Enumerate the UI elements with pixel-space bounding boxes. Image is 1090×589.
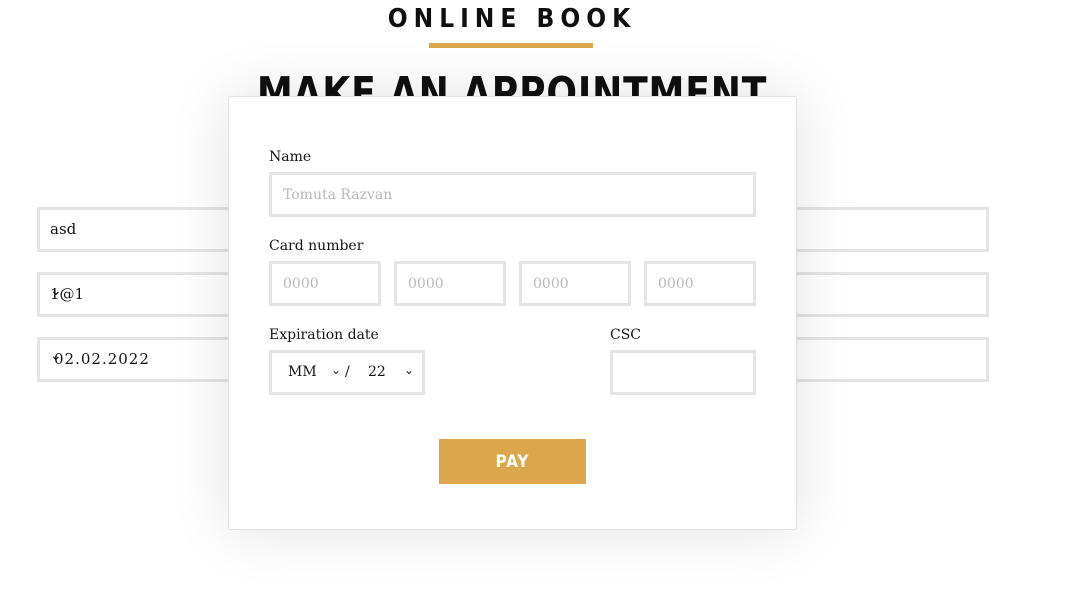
page-title-underline	[429, 43, 593, 48]
name-input[interactable]: Tomuta Razvan	[269, 172, 756, 217]
card-number-input-3[interactable]: 0000	[519, 261, 631, 306]
csc-label: CSC	[610, 327, 642, 343]
card-number-input-4[interactable]: 0000	[644, 261, 756, 306]
expiration-year-select[interactable]: 22	[368, 364, 386, 380]
name-label: Name	[269, 149, 312, 165]
card-number-input-2[interactable]: 0000	[394, 261, 506, 306]
csc-input[interactable]	[610, 350, 756, 395]
chevron-down-icon: ⌄	[404, 363, 415, 377]
card-number-label: Card number	[269, 238, 364, 254]
payment-modal: Name Tomuta Razvan Card number 0000 0000…	[228, 96, 797, 530]
name-field-value: asd	[50, 220, 77, 238]
expiration-label: Expiration date	[269, 327, 379, 343]
page-title: ONLINE BOOK	[387, 4, 637, 34]
pay-button[interactable]: PAY	[439, 439, 586, 484]
expiration-select-group: MM ⌄ / 22 ⌄	[269, 350, 425, 395]
expiration-separator: /	[345, 364, 350, 380]
chevron-down-icon: ⌄	[331, 363, 342, 377]
card-number-input-1[interactable]: 0000	[269, 261, 381, 306]
expiration-month-select[interactable]: MM	[288, 364, 317, 380]
